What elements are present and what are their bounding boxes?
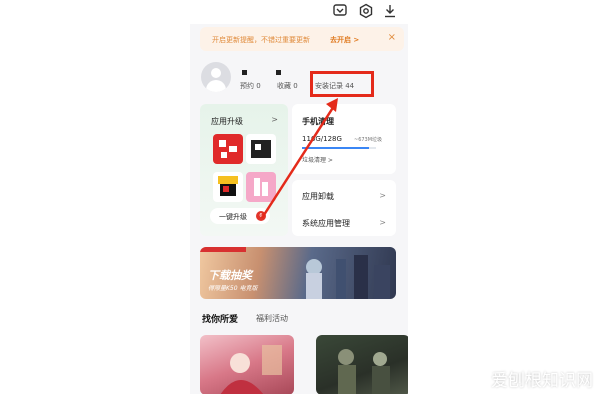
annotation-arrow [260, 98, 338, 219]
watermark-text: 爱刨根知识网 [491, 371, 593, 391]
watermark-logo-icon [465, 368, 487, 388]
